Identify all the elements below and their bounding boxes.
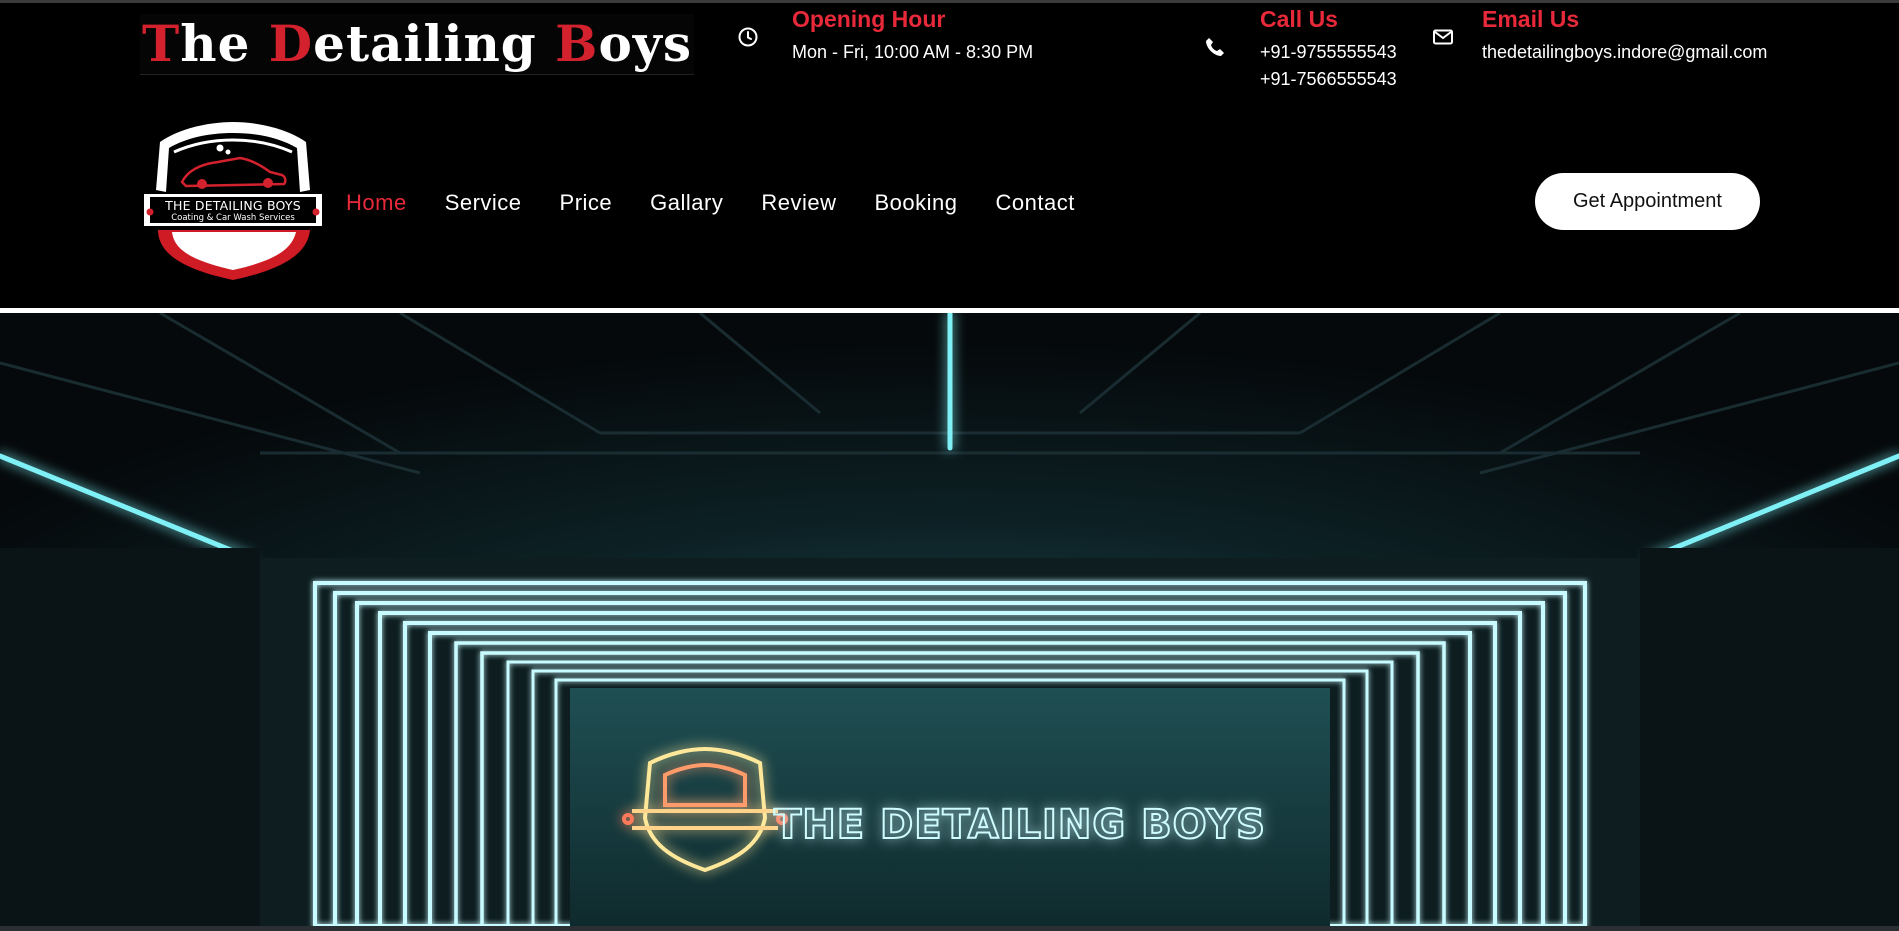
brand-title-part: T (142, 14, 181, 73)
nav-item-home[interactable]: Home (346, 188, 407, 218)
envelope-icon (1433, 29, 1453, 45)
phone-number-1[interactable]: +91-9755555543 (1260, 42, 1397, 63)
bottom-bar (0, 926, 1899, 931)
brand-title-part: oys (598, 14, 692, 73)
email-address[interactable]: thedetailingboys.indore@gmail.com (1482, 42, 1767, 63)
hero-sign-text: THE DETAILING BOYS (774, 802, 1266, 848)
main-nav: Home Service Price Gallary Review Bookin… (346, 188, 1113, 218)
nav-item-booking[interactable]: Booking (875, 188, 958, 218)
hero-banner: THE DETAILING BOYS (0, 313, 1899, 926)
clock-icon (738, 27, 758, 47)
nav-item-gallary[interactable]: Gallary (650, 188, 723, 218)
nav-item-service[interactable]: Service (445, 188, 522, 218)
brand-title-part: etailing (313, 14, 556, 73)
hero-neon-tunnel-image: THE DETAILING BOYS (0, 313, 1899, 926)
nav-item-price[interactable]: Price (560, 188, 613, 218)
logo-text-line2: Coating & Car Wash Services (171, 213, 295, 223)
phone-icon (1206, 38, 1224, 56)
logo-text-line1: THE DETAILING BOYS (165, 198, 301, 213)
phone-number-2[interactable]: +91-7566555543 (1260, 69, 1397, 90)
nav-item-review[interactable]: Review (761, 188, 836, 218)
brand-title-part: he (180, 14, 269, 73)
top-border (0, 0, 1899, 3)
brand-title[interactable]: The Detailing Boys (140, 14, 694, 75)
get-appointment-button[interactable]: Get Appointment (1535, 173, 1760, 230)
nav-item-contact[interactable]: Contact (996, 188, 1075, 218)
call-us-title: Call Us (1260, 6, 1338, 32)
opening-hours-title: Opening Hour (792, 6, 946, 32)
opening-hours-text: Mon - Fri, 10:00 AM - 8:30 PM (792, 42, 1034, 62)
email-us-title: Email Us (1482, 6, 1580, 32)
site-logo[interactable]: THE DETAILING BOYS Coating & Car Wash Se… (140, 120, 326, 285)
brand-title-part: B (555, 14, 599, 73)
brand-title-part: D (268, 14, 314, 73)
